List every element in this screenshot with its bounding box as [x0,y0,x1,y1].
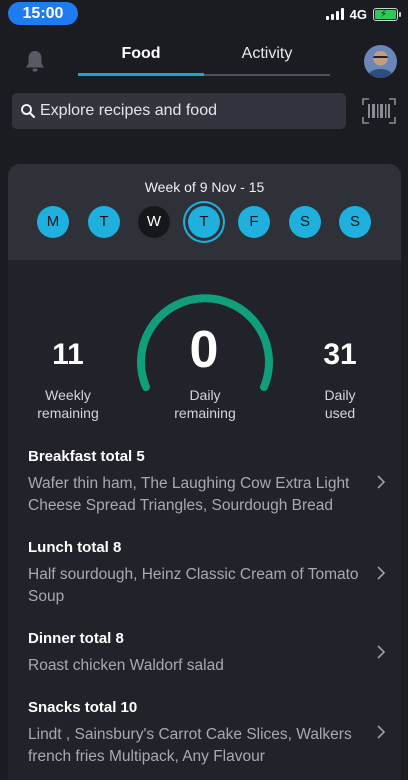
meal-dinner-title: Dinner total 8 [28,630,124,647]
week-title: Week of 9 Nov - 15 [144,179,265,195]
meal-lunch-title: Lunch total 8 [28,539,122,556]
avatar[interactable] [364,45,397,78]
day-tuesday[interactable]: T [88,206,120,238]
signal-icon [325,8,344,20]
meal-dinner[interactable]: Dinner total 8 Roast chicken Waldorf sal… [28,630,388,677]
meal-breakfast-items: Wafer thin ham, The Laughing Cow Extra L… [28,475,350,514]
day-thursday[interactable]: T [188,206,220,238]
meal-dinner-items: Roast chicken Waldorf salad [28,657,224,674]
search-bar[interactable]: Explore recipes and food [12,93,346,129]
weekly-remaining-label: Weekly remaining [37,387,99,421]
meal-breakfast-title: Breakfast total 5 [28,448,145,465]
daily-used-label: Daily used [324,387,356,421]
daily-remaining-value: 0 [189,321,219,379]
day-saturday[interactable]: S [289,206,321,238]
battery-icon: ⚡ [373,7,401,21]
day-selector: M T W T F S S [37,206,377,238]
meal-snacks-title: Snacks total 10 [28,699,138,716]
chevron-right-icon [377,566,386,580]
app-header: Food Activity [0,28,408,82]
tab-activity-underline [204,74,330,76]
tab-activity-label: Activity [241,45,293,62]
tab-food-underline [78,73,204,76]
daily-tracker-card: Week of 9 Nov - 15 M T W T F S S 0 Daily… [8,164,401,780]
daily-remaining-label: Daily remaining [174,387,236,421]
day-sunday[interactable]: S [339,206,371,238]
meal-snacks[interactable]: Snacks total 10 Lindt , Sainsbury's Carr… [28,699,388,768]
status-indicators: 4G ⚡ [325,6,401,22]
week-panel: Week of 9 Nov - 15 M T W T F S S [8,164,401,260]
bell-icon[interactable] [22,48,48,74]
meal-lunch[interactable]: Lunch total 8 Half sourdough, Heinz Clas… [28,539,388,608]
tab-food[interactable]: Food [78,38,204,76]
status-time[interactable]: 15:00 [8,2,78,25]
tab-activity[interactable]: Activity [204,38,330,76]
day-monday[interactable]: M [37,206,69,238]
status-bar: 15:00 4G ⚡ [0,0,408,28]
tab-food-label: Food [121,45,161,62]
chevron-right-icon [377,645,386,659]
barcode-scanner-icon[interactable] [362,98,396,124]
meal-breakfast[interactable]: Breakfast total 5 Wafer thin ham, The La… [28,448,388,517]
day-wednesday[interactable]: W [138,206,170,238]
chevron-right-icon [377,725,386,739]
main-tabs: Food Activity [78,38,330,76]
chevron-right-icon [377,475,386,489]
search-icon [21,104,35,118]
search-placeholder: Explore recipes and food [40,102,217,119]
meal-snacks-items: Lindt , Sainsbury's Carrot Cake Slices, … [28,726,352,765]
day-friday[interactable]: F [238,206,270,238]
network-type: 4G [349,6,367,22]
daily-used-value: 31 [323,338,357,371]
meal-lunch-items: Half sourdough, Heinz Classic Cream of T… [28,566,359,605]
weekly-remaining-value: 11 [52,338,84,371]
